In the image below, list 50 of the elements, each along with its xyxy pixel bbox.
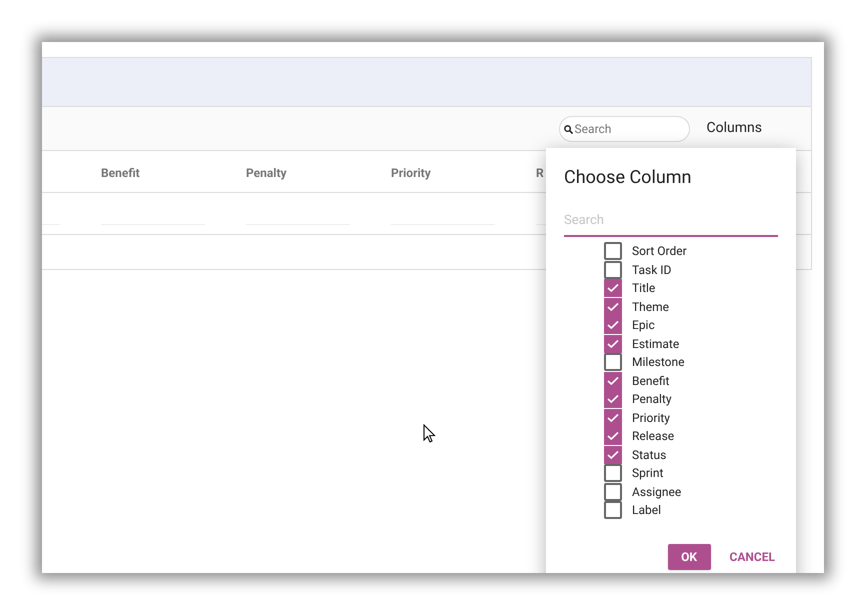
- checkbox[interactable]: [604, 316, 622, 334]
- check-icon: [607, 338, 619, 349]
- mouse-pointer-icon: [423, 424, 436, 443]
- option-label: Task ID: [632, 262, 672, 279]
- option-label: Assignee: [632, 484, 682, 501]
- option-label: Epic: [632, 317, 655, 334]
- checkbox[interactable]: [604, 334, 622, 353]
- option-label: Sprint: [632, 465, 664, 482]
- option-label: Status: [632, 446, 666, 464]
- check-icon: [607, 283, 619, 294]
- cancel-button[interactable]: CANCEL: [730, 548, 775, 566]
- option-label: Estimate: [632, 336, 680, 353]
- option-label: Sort Order: [632, 243, 687, 260]
- column-header: Priority: [391, 166, 431, 180]
- check-icon: [607, 431, 619, 442]
- checkbox[interactable]: [604, 390, 622, 408]
- checkbox[interactable]: [604, 260, 622, 279]
- dialog-title: Choose Column: [564, 166, 692, 190]
- check-icon: [607, 450, 619, 460]
- option-label: Title: [632, 280, 656, 298]
- search-field[interactable]: Search: [564, 205, 778, 237]
- checkbox[interactable]: [604, 353, 622, 372]
- check-icon: [607, 394, 619, 404]
- checkbox[interactable]: [604, 501, 622, 520]
- checkbox[interactable]: [604, 446, 622, 464]
- columns-button[interactable]: Columns: [706, 118, 762, 139]
- option-label: Priority: [632, 410, 670, 427]
- option-label: Label: [632, 502, 662, 520]
- option-label: Theme: [632, 298, 670, 316]
- column-header: R: [536, 166, 544, 180]
- check-icon: [607, 412, 619, 423]
- option-label: Milestone: [632, 354, 685, 372]
- column-header: Benefit: [101, 166, 140, 180]
- checkbox[interactable]: [604, 427, 622, 446]
- checkbox[interactable]: [604, 372, 622, 390]
- checkbox[interactable]: [604, 242, 622, 260]
- search-icon: [564, 124, 573, 134]
- ok-button[interactable]: OK: [668, 544, 711, 570]
- option-label: Release: [632, 428, 674, 446]
- checkbox[interactable]: [604, 408, 622, 427]
- checkbox[interactable]: [604, 298, 622, 316]
- check-icon: [607, 302, 619, 312]
- option-label: Benefit: [632, 372, 670, 390]
- column-header: Penalty: [246, 166, 287, 180]
- checkbox[interactable]: [604, 464, 622, 482]
- checkbox[interactable]: [604, 279, 622, 298]
- check-icon: [607, 376, 619, 386]
- checkbox[interactable]: [604, 482, 622, 501]
- option-label: Penalty: [632, 391, 672, 408]
- check-icon: [607, 320, 619, 330]
